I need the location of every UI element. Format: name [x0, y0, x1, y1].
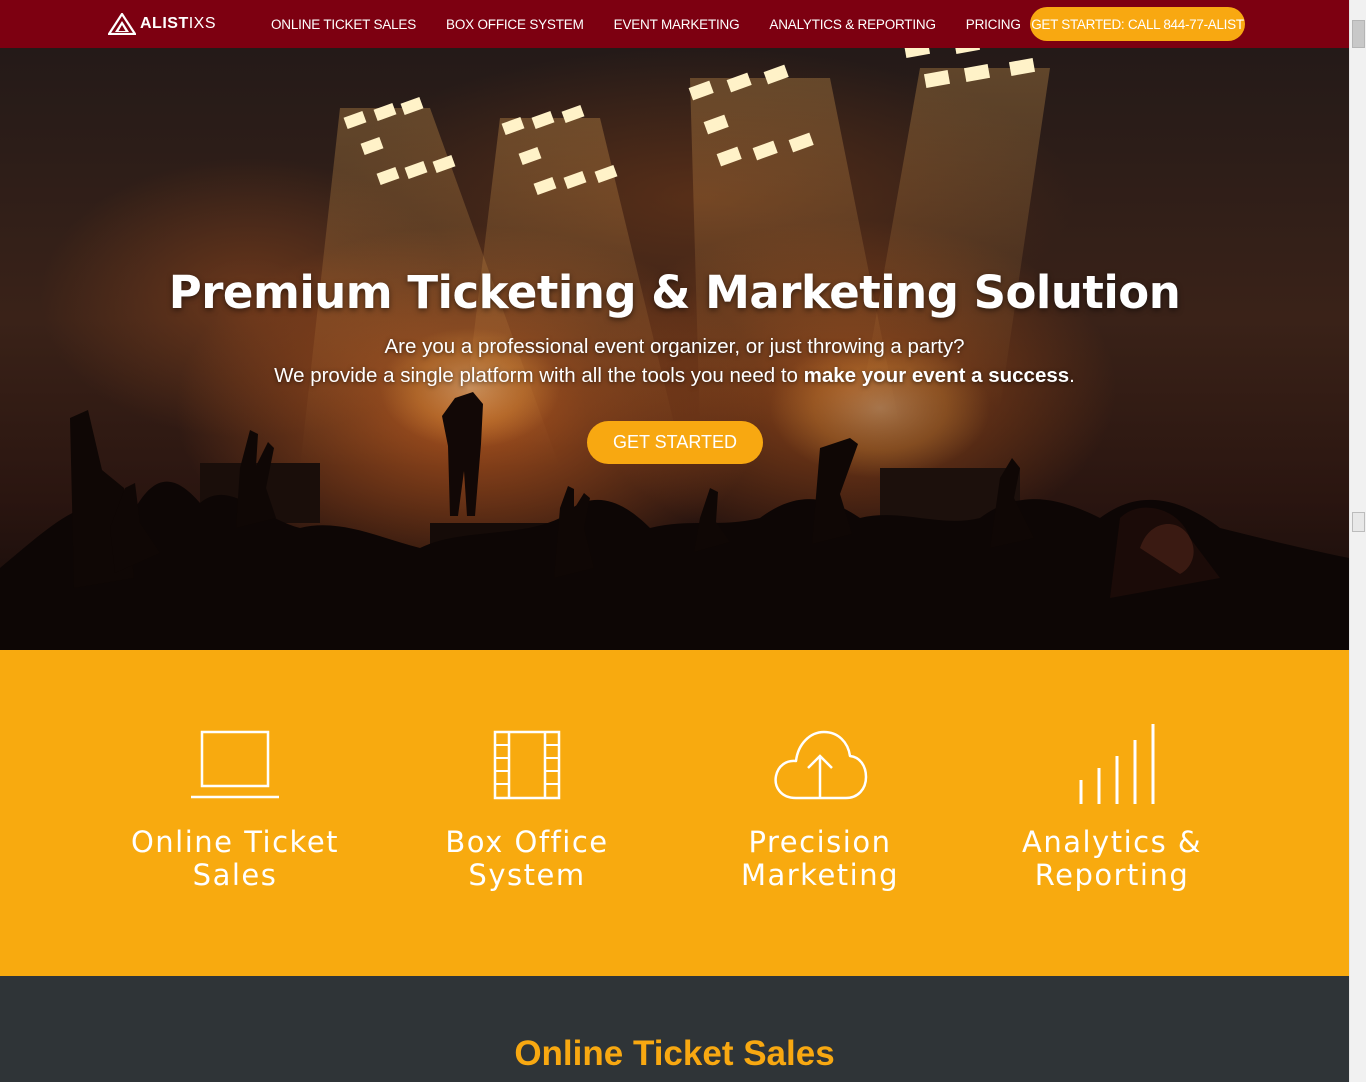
feature-label-analytics-reporting: Analytics & Reporting [982, 826, 1242, 892]
scrollbar-grip[interactable] [1352, 512, 1365, 532]
feature-label-line-2: Sales [192, 858, 278, 892]
scrollbar-thumb[interactable] [1352, 20, 1365, 48]
alistixs-logo[interactable]: ALISTIXS [108, 12, 216, 36]
logo-wordmark-bold: ALIST [140, 15, 189, 32]
feature-precision-marketing[interactable]: Precision Marketing [690, 720, 950, 892]
nav-item-online-ticket-sales[interactable]: ONLINE TICKET SALES [271, 17, 416, 32]
feature-online-ticket-sales[interactable]: Online Ticket Sales [105, 720, 365, 892]
hero-get-started-button[interactable]: GET STARTED [587, 421, 763, 464]
page-scrollbar[interactable] [1349, 0, 1366, 1082]
feature-label-line-2: Reporting [1034, 858, 1190, 892]
nav-item-analytics-reporting[interactable]: ANALYTICS & REPORTING [769, 17, 936, 32]
feature-label-line-2: System [468, 858, 586, 892]
feature-label-box-office-system: Box Office System [397, 826, 657, 892]
features-section: Online Ticket Sales Box Office System Pr… [0, 650, 1349, 976]
feature-label-line-1: Box Office [445, 825, 609, 859]
feature-label-line-1: Precision [748, 825, 892, 859]
cloud-upload-icon [774, 730, 868, 800]
feature-label-online-ticket-sales: Online Ticket Sales [105, 826, 365, 892]
laptop-icon [191, 730, 279, 799]
film-strip-icon [493, 730, 561, 800]
hero-section: Premium Ticketing & Marketing Solution A… [0, 48, 1349, 650]
logo-wordmark-thin: IXS [188, 15, 217, 32]
nav-item-box-office-system[interactable]: BOX OFFICE SYSTEM [446, 17, 584, 32]
hero-title: Premium Ticketing & Marketing Solution [168, 266, 1181, 319]
hero-subtitle-emphasis: make your event a success [803, 364, 1070, 387]
bar-chart-icon [1079, 724, 1155, 804]
hero-subtitle-suffix: . [1069, 364, 1075, 387]
feature-label-line-1: Online Ticket [130, 825, 340, 859]
logo-mark-icon [108, 13, 136, 35]
main-nav: ONLINE TICKET SALES BOX OFFICE SYSTEM EV… [271, 0, 1021, 48]
feature-box-office-system[interactable]: Box Office System [397, 720, 657, 892]
hero-subtitle-line-2: We provide a single platform with all th… [0, 364, 1349, 388]
nav-item-event-marketing[interactable]: EVENT MARKETING [614, 17, 740, 32]
section-title: Online Ticket Sales [514, 1034, 835, 1073]
feature-label-precision-marketing: Precision Marketing [690, 826, 950, 892]
feature-analytics-reporting[interactable]: Analytics & Reporting [982, 720, 1242, 892]
feature-label-line-1: Analytics & [1021, 825, 1203, 859]
nav-item-pricing[interactable]: PRICING [966, 17, 1021, 32]
logo-wordmark: ALISTIXS [140, 15, 216, 33]
hero-subtitle-line-1: Are you a professional event organizer, … [384, 335, 965, 358]
top-navigation-bar: ALISTIXS ONLINE TICKET SALES BOX OFFICE … [0, 0, 1349, 48]
online-ticket-sales-section: Online Ticket Sales [0, 976, 1349, 1082]
call-get-started-button[interactable]: GET STARTED: CALL 844-77-ALIST [1030, 7, 1245, 41]
hero-subtitle-prefix: We provide a single platform with all th… [274, 364, 804, 387]
feature-label-line-2: Marketing [740, 858, 900, 892]
